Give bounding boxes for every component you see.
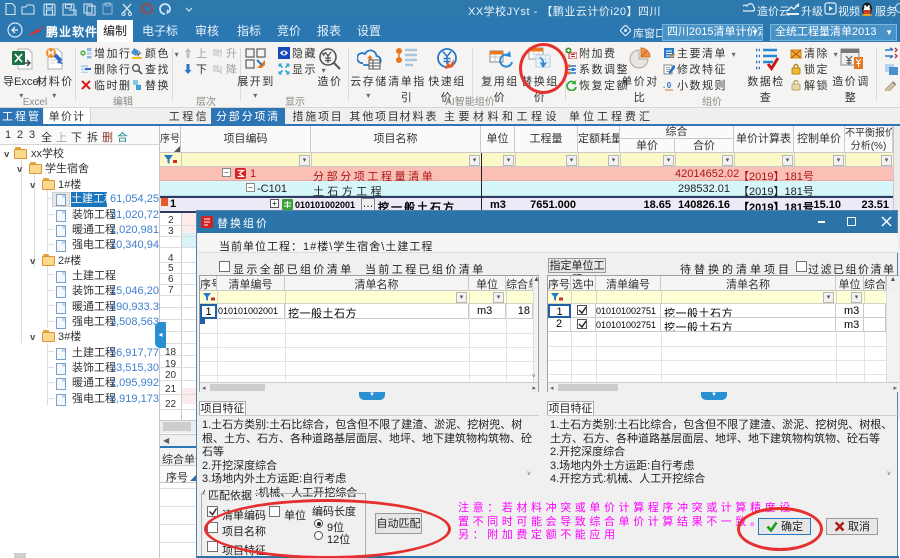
svg-text:.0: .0 [663, 81, 673, 90]
